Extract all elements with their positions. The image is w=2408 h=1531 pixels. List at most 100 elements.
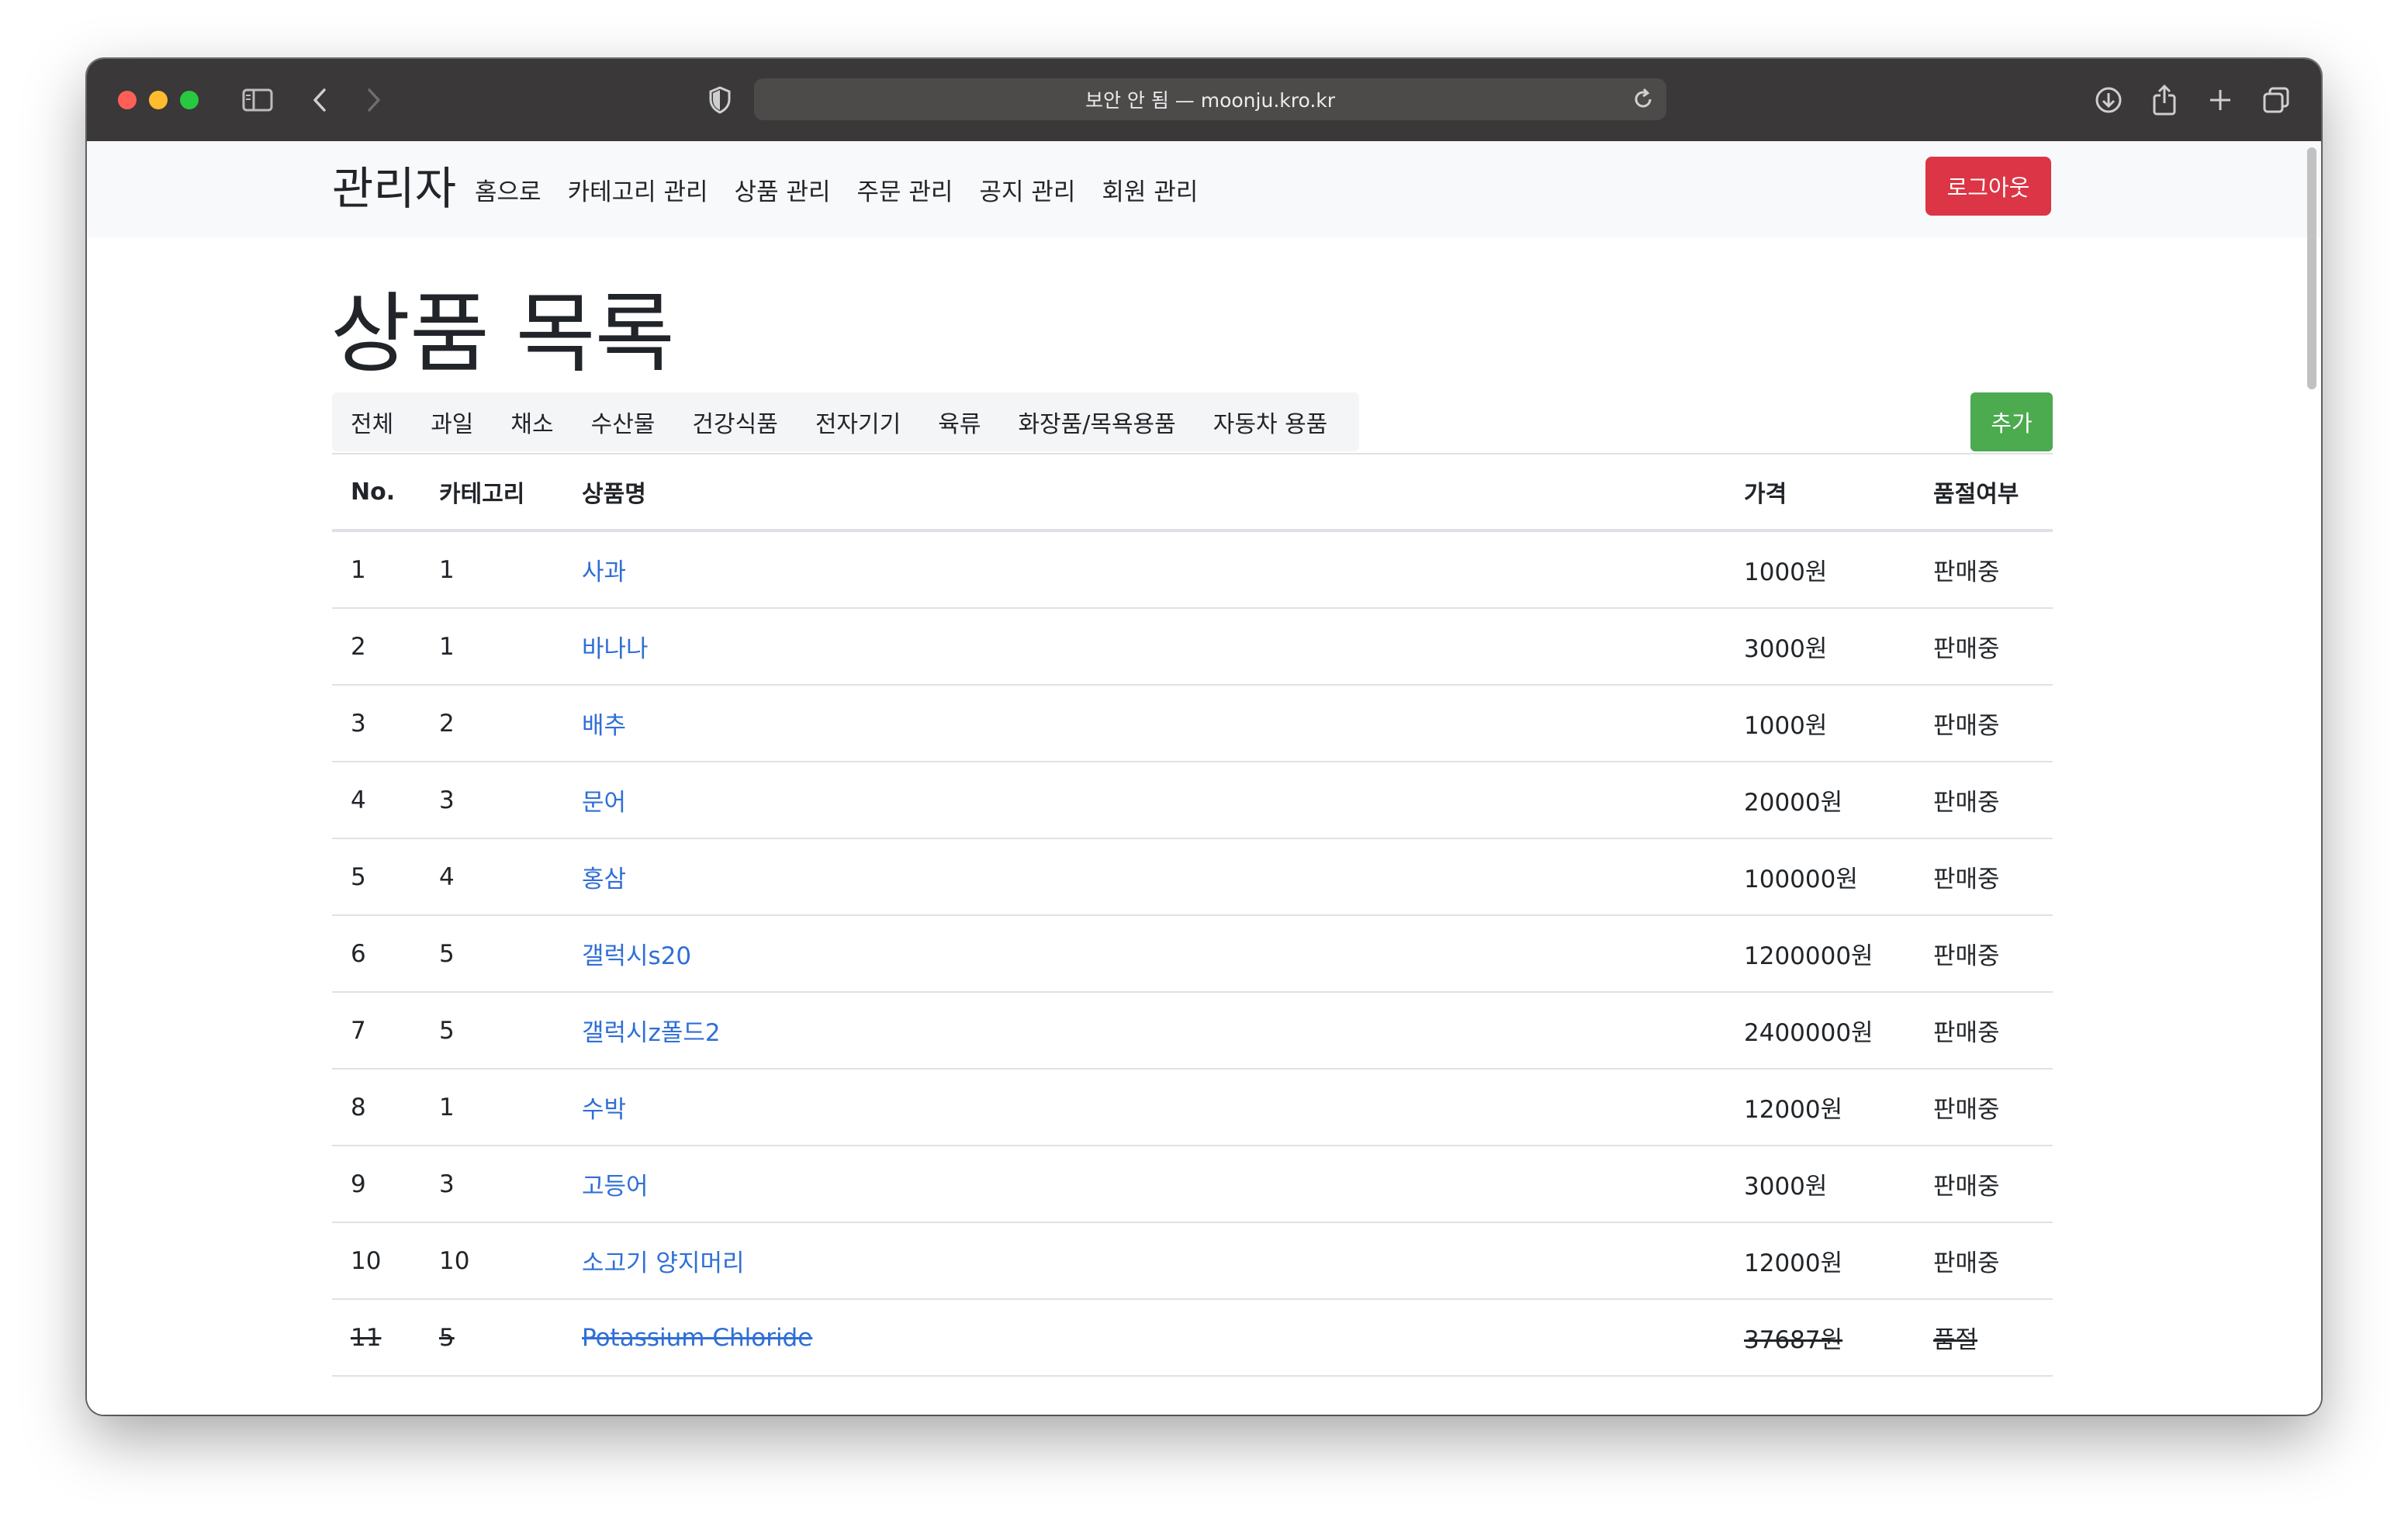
tab-overview-icon[interactable] [2259,81,2293,119]
back-arrow-icon[interactable] [306,81,334,119]
row-no: 4 [351,786,366,814]
admin-navbar: 관리자 홈으로 카테고리 관리 상품 관리 주문 관리 공지 관리 회원 관리 … [87,141,2321,237]
table-row: 3 2 배추 1000원 판매중 [332,686,2053,762]
reload-icon[interactable] [1631,87,1656,116]
nav-link-category-admin[interactable]: 카테고리 관리 [568,172,708,207]
row-status: 판매중 [1933,942,2000,970]
row-status: 판매중 [1933,558,2000,586]
row-product-link[interactable]: 소고기 양지머리 [582,1223,745,1298]
table-row: 8 1 수박 12000원 판매중 [332,1070,2053,1146]
row-no: 11 [351,1323,382,1352]
nav-link-home[interactable]: 홈으로 [475,172,541,207]
row-no: 6 [351,939,366,968]
row-no: 7 [351,1016,366,1045]
row-category: 3 [439,1170,455,1198]
table-row: 5 4 홍삼 100000원 판매중 [332,839,2053,916]
table-row: 6 5 갤럭시s20 1200000원 판매중 [332,916,2053,993]
category-filter-car-goods[interactable]: 자동차 용품 [1195,405,1347,439]
table-header-row: No. 카테고리 상품명 가격 품절여부 [332,454,2053,532]
row-product-link[interactable]: 고등어 [582,1146,649,1222]
nav-link-order-admin[interactable]: 주문 관리 [856,172,953,207]
privacy-shield-icon[interactable] [704,81,735,119]
row-product-link[interactable]: Potassium Chloride [582,1300,812,1375]
download-icon[interactable] [2091,81,2126,119]
row-category: 2 [439,709,455,738]
row-status: 판매중 [1933,866,2000,893]
row-price: 1000원 [1744,558,1828,586]
logout-button[interactable]: 로그아웃 [1925,157,2051,216]
row-price: 12000원 [1744,1249,1843,1277]
table-row-sold-out: 11 5 Potassium Chloride 37687원 품절 [332,1300,2053,1377]
table-row: 10 10 소고기 양지머리 12000원 판매중 [332,1223,2053,1300]
row-product-link[interactable]: 사과 [582,532,626,607]
row-product-link[interactable]: 갤럭시s20 [582,916,691,991]
category-filter-meat[interactable]: 육류 [919,405,999,439]
category-filter-bar: 전체 과일 채소 수산물 건강식품 전자기기 육류 화장품/목욕용품 자동차 용… [332,392,1359,451]
row-no: 1 [351,555,366,584]
minimize-window-button[interactable] [149,91,168,109]
nav-link-notice-admin[interactable]: 공지 관리 [979,172,1075,207]
category-filter-cosmetics[interactable]: 화장품/목욕용품 [999,405,1194,439]
row-no: 10 [351,1246,382,1275]
header-price: 가격 [1744,481,1787,508]
category-filter-electronics[interactable]: 전자기기 [797,405,919,439]
table-row: 7 5 갤럭시z폴드2 2400000원 판매중 [332,993,2053,1070]
table-row: 1 1 사과 1000원 판매중 [332,532,2053,609]
share-icon[interactable] [2147,81,2181,119]
page-content: 관리자 홈으로 카테고리 관리 상품 관리 주문 관리 공지 관리 회원 관리 … [87,141,2321,1415]
table-row: 9 3 고등어 3000원 판매중 [332,1146,2053,1223]
row-category: 4 [439,862,455,891]
address-bar[interactable]: 보안 안 됨 — moonju.kro.kr [754,78,1666,120]
navbar-brand[interactable]: 관리자 [332,152,456,217]
category-filter-seafood[interactable]: 수산물 [573,405,674,439]
category-filter-health-food[interactable]: 건강식품 [673,405,796,439]
row-category: 1 [439,1093,455,1121]
row-product-link[interactable]: 바나나 [582,609,649,684]
scrollbar-thumb[interactable] [2307,147,2316,389]
row-no: 3 [351,709,366,738]
zoom-window-button[interactable] [180,91,199,109]
row-category: 5 [439,1016,455,1045]
table-row: 4 3 문어 20000원 판매중 [332,762,2053,839]
row-status: 품절 [1933,1326,1978,1354]
row-no: 5 [351,862,366,891]
header-category: 카테고리 [439,481,525,508]
row-price: 3000원 [1744,635,1828,663]
row-product-link[interactable]: 배추 [582,686,626,761]
row-price: 37687원 [1744,1326,1843,1354]
row-status: 판매중 [1933,1249,2000,1277]
sidebar-toggle-icon[interactable] [239,81,276,119]
header-sold-out-status: 품절여부 [1933,481,2019,508]
browser-toolbar: 보안 안 됨 — moonju.kro.kr [87,59,2321,142]
table-row: 2 1 바나나 3000원 판매중 [332,609,2053,686]
row-category: 1 [439,632,455,661]
new-tab-plus-icon[interactable] [2203,81,2237,119]
row-status: 판매중 [1933,1096,2000,1124]
forward-arrow-icon[interactable] [360,81,388,119]
category-filter-fruit[interactable]: 과일 [412,405,492,439]
add-product-button[interactable]: 추가 [1970,392,2053,451]
row-price: 12000원 [1744,1096,1843,1124]
row-status: 판매중 [1933,789,2000,817]
browser-window: 보안 안 됨 — moonju.kro.kr 관리자 홈으로 카테고리 관리 상… [87,59,2321,1415]
row-no: 8 [351,1093,366,1121]
row-status: 판매중 [1933,635,2000,663]
row-product-link[interactable]: 수박 [582,1070,626,1145]
row-category: 5 [439,939,455,968]
category-filter-all[interactable]: 전체 [332,405,412,439]
nav-link-product-admin[interactable]: 상품 관리 [735,172,831,207]
vertical-scrollbar[interactable] [2307,144,2318,1412]
category-filter-vegetable[interactable]: 채소 [492,405,572,439]
row-no: 9 [351,1170,366,1198]
row-status: 판매중 [1933,712,2000,740]
header-product-name: 상품명 [582,481,646,508]
row-product-link[interactable]: 문어 [582,762,626,838]
close-window-button[interactable] [118,91,137,109]
address-text: 보안 안 됨 — moonju.kro.kr [1085,89,1336,112]
row-product-link[interactable]: 홍삼 [582,839,626,914]
nav-link-member-admin[interactable]: 회원 관리 [1102,172,1198,207]
row-category: 10 [439,1246,470,1275]
row-product-link[interactable]: 갤럭시z폴드2 [582,993,721,1068]
row-price: 1200000원 [1744,942,1873,970]
row-price: 1000원 [1744,712,1828,740]
